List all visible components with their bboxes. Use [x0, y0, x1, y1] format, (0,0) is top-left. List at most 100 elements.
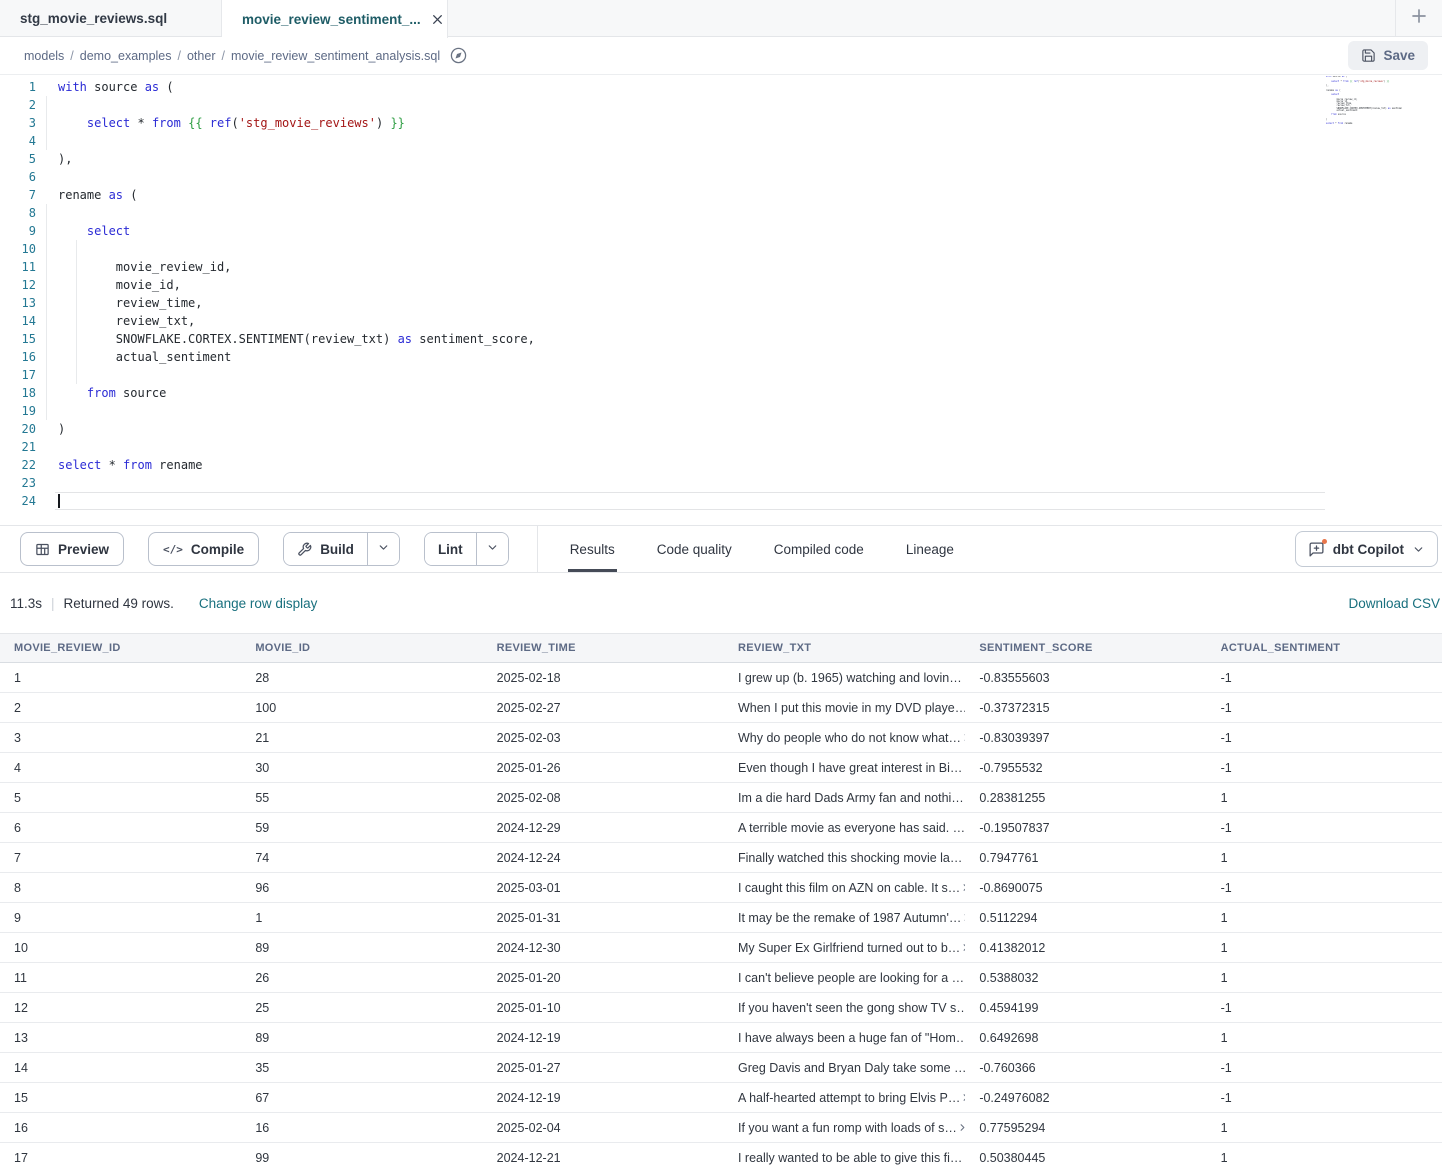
- breadcrumb-separator: /: [221, 49, 224, 63]
- line-number: 9: [0, 222, 36, 240]
- line-number: 21: [0, 438, 36, 456]
- table-cell: 2024-12-24: [483, 843, 724, 873]
- review-text: If you want a fun romp with loads of s…: [738, 1121, 957, 1135]
- minimap[interactable]: with source as ( select * from {{ ref('s…: [1326, 76, 1402, 130]
- code-line[interactable]: 14 review_txt,: [0, 312, 1442, 330]
- review-txt-cell: If you haven't seen the gong show TV s…: [724, 993, 965, 1023]
- compile-button[interactable]: </> Compile: [148, 532, 259, 566]
- code-line[interactable]: 24: [0, 492, 1442, 510]
- line-number: 22: [0, 456, 36, 474]
- table-cell: -0.83039397: [965, 723, 1206, 753]
- review-text: Finally watched this shocking movie la…: [738, 851, 962, 865]
- build-dropdown-button[interactable]: [367, 533, 399, 565]
- download-csv-link[interactable]: Download CSV: [1348, 596, 1440, 611]
- code-line[interactable]: 16 actual_sentiment: [0, 348, 1442, 366]
- column-header-review_time[interactable]: REVIEW_TIME: [483, 634, 724, 663]
- code-line[interactable]: 13 review_time,: [0, 294, 1442, 312]
- table-cell: 0.5112294: [965, 903, 1206, 933]
- code-line[interactable]: 11 movie_review_id,: [0, 258, 1442, 276]
- code-line[interactable]: 20): [0, 420, 1442, 438]
- tab-lineage[interactable]: Lineage: [904, 526, 956, 572]
- code-line[interactable]: 23: [0, 474, 1442, 492]
- change-row-display-link[interactable]: Change row display: [199, 596, 318, 611]
- indent-guide: [46, 348, 47, 366]
- code-line[interactable]: 7rename as (: [0, 186, 1442, 204]
- chevron-right-icon[interactable]: [960, 1092, 965, 1103]
- table-cell: 1: [1207, 783, 1442, 813]
- code-editor[interactable]: 1with source as (23 select * from {{ ref…: [0, 75, 1442, 525]
- new-tab-button[interactable]: [1395, 0, 1442, 37]
- breadcrumb-segment[interactable]: demo_examples: [80, 49, 172, 63]
- code-line[interactable]: 6: [0, 168, 1442, 186]
- review-txt-cell: It may be the remake of 1987 Autumn'…: [724, 903, 965, 933]
- chevron-right-icon[interactable]: [962, 672, 966, 683]
- code-line[interactable]: 22select * from rename: [0, 456, 1442, 474]
- chevron-right-icon[interactable]: [960, 882, 965, 893]
- table-cell: -0.19507837: [965, 813, 1206, 843]
- code-line[interactable]: 18 from source: [0, 384, 1442, 402]
- chevron-right-icon[interactable]: [957, 1122, 965, 1133]
- line-number: 4: [0, 132, 36, 150]
- code-line[interactable]: 2: [0, 96, 1442, 114]
- column-header-movie_id[interactable]: MOVIE_ID: [241, 634, 482, 663]
- code-line[interactable]: 15 SNOWFLAKE.CORTEX.SENTIMENT(review_txt…: [0, 330, 1442, 348]
- code-line[interactable]: 5),: [0, 150, 1442, 168]
- code-line[interactable]: 17: [0, 366, 1442, 384]
- breadcrumb: models/demo_examples/other/movie_review_…: [24, 49, 440, 63]
- file-tab-stg-movie-reviews[interactable]: stg_movie_reviews.sql: [0, 0, 222, 37]
- table-cell: -0.8690075: [965, 873, 1206, 903]
- tab-compiled-code[interactable]: Compiled code: [772, 526, 866, 572]
- chevron-right-icon[interactable]: [964, 972, 965, 983]
- chevron-right-icon[interactable]: [961, 732, 965, 743]
- build-button[interactable]: Build: [284, 533, 367, 565]
- preview-button[interactable]: Preview: [20, 532, 124, 566]
- review-text: I have always been a huge fan of "Hom…: [738, 1031, 965, 1045]
- chevron-right-icon[interactable]: [960, 942, 965, 953]
- dbt-copilot-button[interactable]: dbt Copilot: [1295, 531, 1438, 567]
- column-header-sentiment_score[interactable]: SENTIMENT_SCORE: [965, 634, 1206, 663]
- breadcrumb-segment[interactable]: other: [187, 49, 216, 63]
- code-line[interactable]: 10: [0, 240, 1442, 258]
- chevron-right-icon[interactable]: [964, 792, 966, 803]
- column-header-actual_sentiment[interactable]: ACTUAL_SENTIMENT: [1207, 634, 1442, 663]
- code-line[interactable]: 9 select: [0, 222, 1442, 240]
- table-row: 5552025-02-08Im a die hard Dads Army fan…: [0, 783, 1442, 813]
- save-button[interactable]: Save: [1348, 41, 1428, 70]
- review-text: A half-hearted attempt to bring Elvis P…: [738, 1091, 960, 1105]
- code-line[interactable]: 19: [0, 402, 1442, 420]
- close-icon[interactable]: [431, 13, 444, 26]
- code-line[interactable]: 3 select * from {{ ref('stg_movie_review…: [0, 114, 1442, 132]
- tab-code-quality[interactable]: Code quality: [655, 526, 734, 572]
- code-line[interactable]: 1with source as (: [0, 78, 1442, 96]
- column-header-movie_review_id[interactable]: MOVIE_REVIEW_ID: [0, 634, 241, 663]
- chevron-right-icon[interactable]: [962, 762, 965, 773]
- breadcrumb-separator: /: [178, 49, 181, 63]
- tab-results[interactable]: Results: [568, 526, 617, 572]
- indent-guide: [46, 258, 47, 276]
- table-cell: 2025-01-27: [483, 1053, 724, 1083]
- chevron-right-icon[interactable]: [961, 912, 965, 923]
- breadcrumb-segment[interactable]: models: [24, 49, 64, 63]
- chevron-right-icon[interactable]: [962, 852, 965, 863]
- chevron-right-icon[interactable]: [962, 1152, 965, 1163]
- table-cell: -1: [1207, 873, 1442, 903]
- lint-button[interactable]: Lint: [425, 533, 476, 565]
- code-line[interactable]: 8: [0, 204, 1442, 222]
- table-cell: 0.4594199: [965, 993, 1206, 1023]
- table-cell: 2025-02-03: [483, 723, 724, 753]
- review-text: Greg Davis and Bryan Daly take some …: [738, 1061, 965, 1075]
- table-cell: -0.7955532: [965, 753, 1206, 783]
- code-line[interactable]: 4: [0, 132, 1442, 150]
- table-cell: 2025-02-27: [483, 693, 724, 723]
- lint-dropdown-button[interactable]: [476, 533, 508, 565]
- breadcrumb-segment[interactable]: movie_review_sentiment_analysis.sql: [231, 49, 440, 63]
- table-row: 4302025-01-26Even though I have great in…: [0, 753, 1442, 783]
- code-line[interactable]: 12 movie_id,: [0, 276, 1442, 294]
- code-line[interactable]: 21: [0, 438, 1442, 456]
- table-cell: 12: [0, 993, 241, 1023]
- table-cell: 2024-12-19: [483, 1083, 724, 1113]
- line-number: 6: [0, 168, 36, 186]
- compass-icon[interactable]: [450, 47, 467, 64]
- file-tab-movie-review-sentiment[interactable]: movie_review_sentiment_...: [222, 0, 448, 38]
- column-header-review_txt[interactable]: REVIEW_TXT: [724, 634, 965, 663]
